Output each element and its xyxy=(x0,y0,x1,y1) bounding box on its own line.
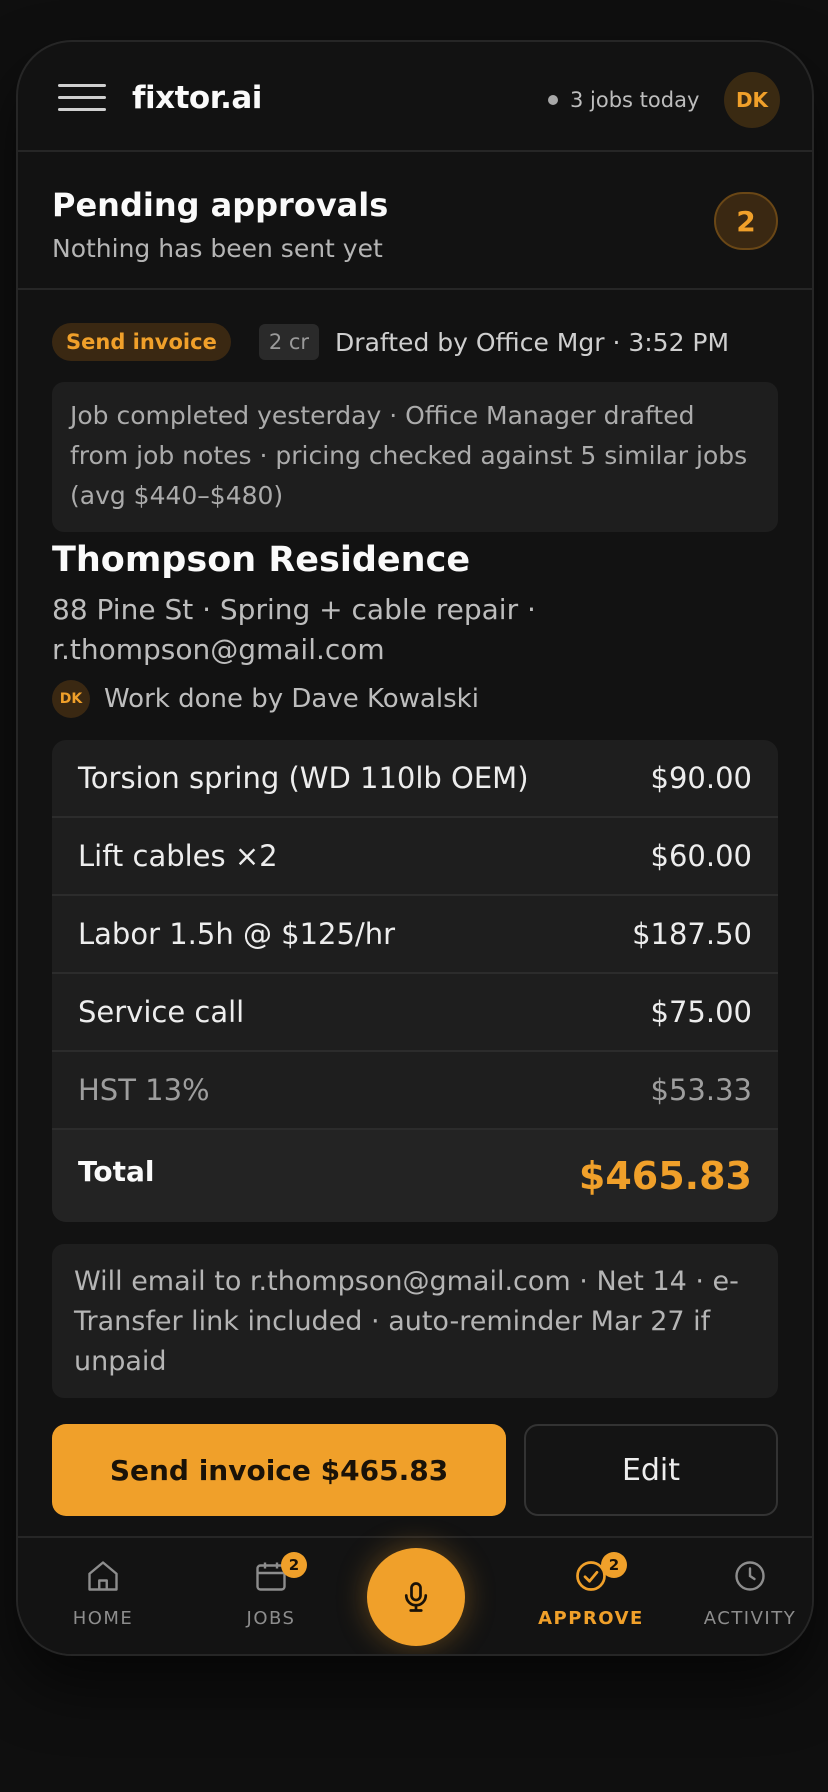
nav-jobs[interactable]: 2 JOBS xyxy=(201,1552,341,1642)
edit-button[interactable]: Edit xyxy=(524,1424,778,1516)
total-row: Total $465.83 xyxy=(52,1130,778,1222)
jobs-badge: 2 xyxy=(281,1552,307,1578)
line-item-label: Service call xyxy=(78,995,245,1029)
worker-info: DK Work done by Dave Kowalski xyxy=(52,680,479,718)
line-item-amount: $53.33 xyxy=(650,1073,752,1107)
line-item-amount: $187.50 xyxy=(632,917,752,951)
nav-label: ACTIVITY xyxy=(703,1608,797,1629)
menu-icon[interactable] xyxy=(58,82,106,114)
nav-approve[interactable]: 2 APPROVE xyxy=(521,1552,661,1642)
tax-line-item: HST 13% $53.33 xyxy=(52,1052,778,1130)
drafted-by-text: Drafted by Office Mgr · 3:52 PM xyxy=(335,327,730,357)
client-name: Thompson Residence xyxy=(52,540,471,580)
client-details: 88 Pine St · Spring + cable repair · r.t… xyxy=(52,593,536,666)
user-avatar[interactable]: DK xyxy=(724,72,780,128)
line-item-amount: $90.00 xyxy=(650,761,752,795)
home-icon xyxy=(88,1561,118,1591)
nav-activity[interactable]: ACTIVITY xyxy=(680,1552,812,1642)
jobs-today-label: 3 jobs today xyxy=(570,88,700,112)
line-item: Lift cables ×2 $60.00 xyxy=(52,818,778,896)
line-item-label: Labor 1.5h @ $125/hr xyxy=(78,917,396,951)
total-label: Total xyxy=(78,1154,155,1188)
pending-approvals-header: Pending approvals Nothing has been sent … xyxy=(18,152,812,290)
nav-home[interactable]: HOME xyxy=(33,1552,173,1642)
pending-count-badge: 2 xyxy=(714,192,778,250)
delivery-note: Will email to r.thompson@gmail.com · Net… xyxy=(52,1244,778,1398)
app-brand: fixtor.ai xyxy=(132,80,262,116)
voice-button[interactable] xyxy=(367,1548,465,1646)
page-title: Pending approvals xyxy=(52,186,389,224)
line-item-label: Torsion spring (WD 110lb OEM) xyxy=(78,761,529,795)
clock-icon xyxy=(735,1561,765,1591)
page-subtitle: Nothing has been sent yet xyxy=(52,234,383,263)
status-dot-icon xyxy=(548,95,558,105)
worker-label: Work done by Dave Kowalski xyxy=(104,684,479,714)
bottom-nav: HOME 2 JOBS 2 APPROVE ACTIVITY xyxy=(18,1536,812,1654)
line-item-label: Lift cables ×2 xyxy=(78,839,278,873)
line-item-amount: $75.00 xyxy=(650,995,752,1029)
line-item: Torsion spring (WD 110lb OEM) $90.00 xyxy=(52,740,778,818)
app-screen: fixtor.ai 3 jobs today DK Pending approv… xyxy=(16,40,814,1656)
job-context-note: Job completed yesterday · Office Manager… xyxy=(52,382,778,532)
action-type-chip: Send invoice xyxy=(52,323,231,361)
line-item-amount: $60.00 xyxy=(650,839,752,873)
line-item: Labor 1.5h @ $125/hr $187.50 xyxy=(52,896,778,974)
credits-chip: 2 cr xyxy=(258,324,320,360)
worker-avatar: DK xyxy=(52,680,90,718)
jobs-today-status: 3 jobs today xyxy=(548,88,699,112)
microphone-icon xyxy=(404,1582,428,1612)
line-item-label: HST 13% xyxy=(78,1073,210,1107)
nav-label: JOBS xyxy=(246,1608,296,1629)
approval-meta: Send invoice 2 cr Drafted by Office Mgr … xyxy=(52,322,729,362)
invoice-line-items: Torsion spring (WD 110lb OEM) $90.00 Lif… xyxy=(52,740,778,1222)
send-invoice-button[interactable]: Send invoice $465.83 xyxy=(52,1424,506,1516)
approve-badge: 2 xyxy=(601,1552,627,1578)
line-item: Service call $75.00 xyxy=(52,974,778,1052)
total-amount: $465.83 xyxy=(578,1154,752,1198)
nav-label: HOME xyxy=(72,1608,134,1629)
top-bar: fixtor.ai 3 jobs today DK xyxy=(18,42,812,152)
nav-label: APPROVE xyxy=(538,1608,644,1629)
